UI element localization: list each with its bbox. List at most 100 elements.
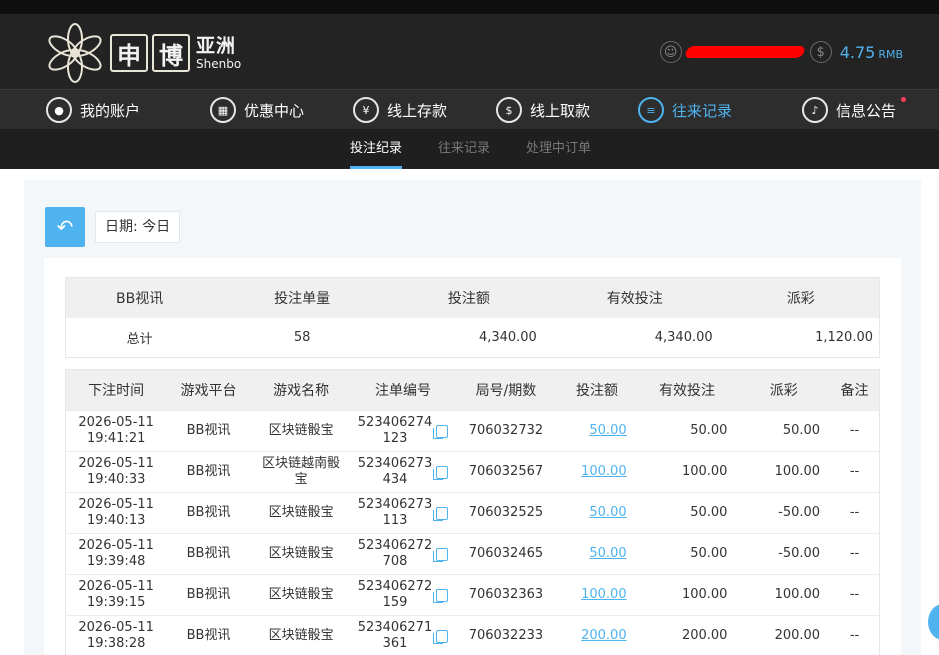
tab-bet-records[interactable]: 投注纪录 [350,129,403,169]
round-number: 706032363 [454,574,558,616]
copy-icon[interactable] [433,547,449,562]
payout: -50.00 [737,492,831,534]
nav-item-announcements[interactable]: ♪ 信息公告 [802,90,907,130]
column-header: 游戏名称 [250,369,352,411]
table-row: 2026-05-11 19:39:15 BB视讯 区块链骰宝 523406272 1… [65,574,880,616]
copy-icon[interactable] [433,588,449,603]
tab-pending-orders[interactable]: 处理中订单 [526,129,591,169]
bet-amount[interactable]: 100.00 [557,574,637,616]
copy-icon[interactable] [433,629,449,644]
round-number: 706032732 [454,410,558,452]
nav-item-deposit[interactable]: ¥ 线上存款 [353,90,447,130]
order-number: 523406271 361 [351,615,455,655]
bet-time: 2026-05-11 19:38:28 [65,615,167,655]
back-arrow-icon: ↶ [56,215,74,239]
site-header: 申 博 亚洲 Shenbo ☺ $ 4.75 RMB [0,14,939,89]
order-number: 523406274 123 [351,410,455,452]
main-nav: ● 我的账户 ▦ 优惠中心 ¥ 线上存款 $ 线上取款 ≡ 往来记录 ♪ 信息公… [0,89,939,129]
note: -- [830,410,880,452]
nav-label: 我的账户 [80,101,141,120]
summary-header: 有效投注 [546,277,723,318]
bet-time: 2026-05-11 19:39:48 [65,533,167,575]
summary-header: 派彩 [722,277,880,318]
dollar-coin-icon: $ [809,41,832,63]
summary-label: 总计 [126,331,153,347]
nav-item-my-account[interactable]: ● 我的账户 [46,90,140,130]
nav-item-withdraw[interactable]: $ 线上取款 [496,90,590,130]
note: -- [830,533,880,575]
back-button[interactable]: ↶ [45,207,85,247]
nav-label: 线上存款 [387,101,448,120]
order-number: 523406272 159 [351,574,455,616]
user-icon: ● [46,97,72,123]
nav-label: 线上取款 [530,101,591,120]
sub-nav: 投注纪录 往来记录 处理中订单 [0,129,939,169]
round-number: 706032567 [454,451,558,493]
gift-icon: ▦ [210,97,236,123]
user-avatar-icon[interactable]: ☺ [659,41,682,63]
bet-time: 2026-05-11 19:40:13 [65,492,167,534]
site-logo[interactable]: 申 博 亚洲 Shenbo [44,22,241,84]
platform: BB视讯 [166,492,251,534]
floating-service-button[interactable] [928,604,939,640]
summary-table: BB视讯 投注单量 投注额 有效投注 派彩 总计 58 4,340.00 4,3… [65,277,880,358]
table-row: 2026-05-11 19:40:13 BB视讯 区块链骰宝 523406273 1… [65,492,880,534]
nav-label: 往来记录 [672,101,733,120]
withdraw-icon: $ [496,97,522,123]
column-header: 注单编号 [351,369,455,411]
bet-amount[interactable]: 200.00 [557,615,637,655]
balance-display: 4.75 RMB [840,43,903,62]
content-area: ↶ 日期: 今日 BB视讯 投注单量 投注额 有效投注 派彩 总计 58 4,3… [24,180,921,655]
round-number: 706032465 [454,533,558,575]
order-number: 523406272 708 [351,533,455,575]
table-row: 2026-05-11 19:41:21 BB视讯 区块链骰宝 523406274 1… [65,410,880,452]
bet-time: 2026-05-11 19:39:15 [65,574,167,616]
deposit-icon: ¥ [353,97,379,123]
payout: 200.00 [737,615,831,655]
logo-char-box: 博 [152,34,190,72]
nav-item-promotions[interactable]: ▦ 优惠中心 [210,90,304,130]
valid-bet: 200.00 [636,615,738,655]
note: -- [830,615,880,655]
date-filter[interactable]: 日期: 今日 [95,211,181,243]
round-number: 706032233 [454,615,558,655]
summary-row: 总计 58 4,340.00 4,340.00 1,120.00 [66,318,880,358]
game-name: 区块链骰宝 [250,615,352,655]
platform: BB视讯 [166,410,251,452]
platform: BB视讯 [166,615,251,655]
bet-amount[interactable]: 100.00 [557,451,637,493]
platform: BB视讯 [166,533,251,575]
summary-header: 投注额 [390,277,547,318]
tab-transactions[interactable]: 往来记录 [438,129,490,169]
valid-bet: 100.00 [636,574,738,616]
flower-logo-icon [48,23,102,83]
copy-icon[interactable] [433,465,449,480]
copy-icon[interactable] [433,424,449,439]
table-row: 2026-05-11 19:39:48 BB视讯 区块链骰宝 523406272 7… [65,533,880,575]
round-number: 706032525 [454,492,558,534]
bet-records-table: 下注时间 游戏平台 游戏名称 注单编号 局号/期数 投注额 有效投注 派彩 备注… [65,369,880,655]
bet-amount[interactable]: 50.00 [557,533,637,575]
bet-amount[interactable]: 50.00 [557,492,637,534]
platform: BB视讯 [166,574,251,616]
nav-item-records[interactable]: ≡ 往来记录 [638,90,732,130]
records-panel: BB视讯 投注单量 投注额 有效投注 派彩 总计 58 4,340.00 4,3… [44,258,901,655]
bet-time: 2026-05-11 19:40:33 [65,451,167,493]
order-number: 523406273 113 [351,492,455,534]
table-row: 2026-05-11 19:38:28 BB视讯 区块链骰宝 523406271 3… [65,615,880,655]
summary-payout: 1,120.00 [815,329,873,345]
payout: 50.00 [737,410,831,452]
column-header: 派彩 [737,369,831,411]
bet-amount[interactable]: 50.00 [557,410,637,452]
logo-cn-text: 亚洲 [196,34,237,57]
valid-bet: 100.00 [636,451,738,493]
game-name: 区块链骰宝 [250,533,352,575]
valid-bet: 50.00 [636,533,738,575]
note: -- [830,492,880,534]
copy-icon[interactable] [433,506,449,521]
bell-icon: ♪ [802,97,828,123]
user-area: ☺ $ 4.75 RMB [659,41,903,63]
valid-bet: 50.00 [636,410,738,452]
balance-amount: 4.75 [839,42,876,62]
valid-bet: 50.00 [636,492,738,534]
